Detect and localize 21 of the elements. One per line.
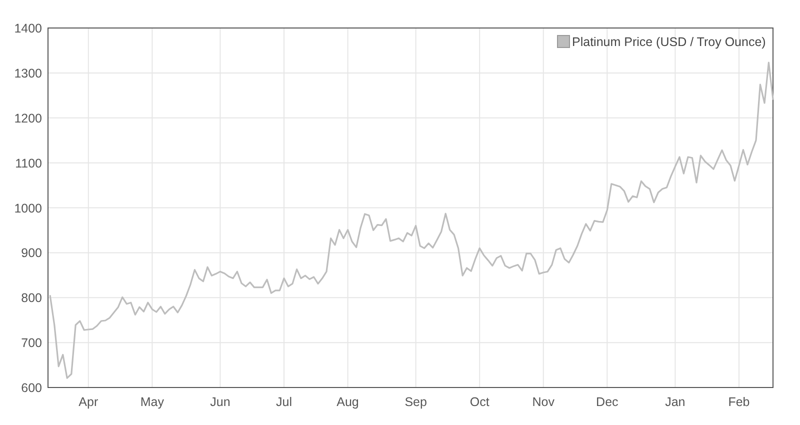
x-tick-label: Sep (404, 395, 427, 409)
x-tick-label: Nov (532, 395, 554, 409)
y-tick-label: 1000 (14, 201, 42, 216)
x-tick-label: Jun (210, 395, 230, 409)
y-tick-label: 1300 (14, 66, 42, 80)
x-tick-label: Jul (276, 395, 292, 409)
y-tick-label: 800 (21, 291, 42, 306)
y-tick-label: 600 (21, 381, 42, 395)
x-tick-label: Oct (470, 395, 490, 409)
x-tick-label: Jan (665, 395, 686, 409)
x-tick-label: Dec (596, 395, 618, 409)
y-tick-label: 900 (21, 246, 42, 260)
legend-label: Platinum Price (USD / Troy Ounce) (572, 35, 766, 49)
y-tick-label: 1200 (14, 111, 42, 126)
x-tick-label: Feb (728, 395, 750, 409)
y-tick-label: 700 (21, 336, 42, 350)
x-tick-label: May (140, 395, 164, 409)
y-tick-label: 1400 (14, 22, 42, 36)
x-tick-label: Apr (78, 395, 98, 409)
y-tick-label: 1100 (15, 156, 42, 170)
x-tick-label: Aug (336, 395, 359, 409)
